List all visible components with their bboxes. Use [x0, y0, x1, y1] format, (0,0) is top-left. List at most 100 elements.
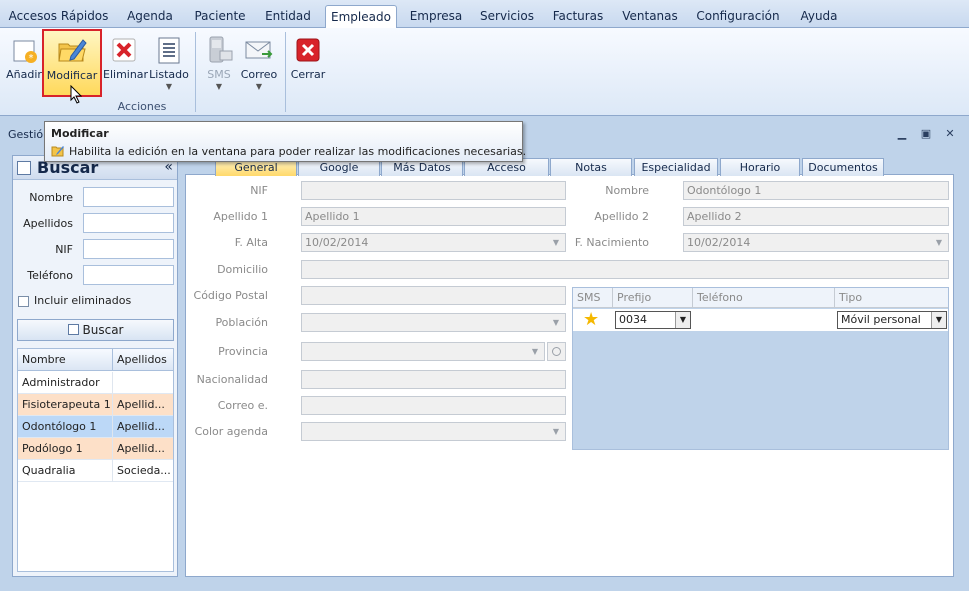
close-icon: [296, 38, 320, 62]
list-button[interactable]: Listado ▼: [148, 32, 190, 94]
email-label: Correo e.: [217, 399, 268, 412]
row-name-cell: Quadralia: [18, 460, 113, 482]
chevron-down-icon[interactable]: ▼: [553, 234, 559, 251]
include-deleted-checkbox[interactable]: [18, 296, 29, 307]
address-label: Domicilio: [217, 263, 268, 276]
surnames-label: Apellidos: [23, 217, 73, 230]
chevron-down-icon[interactable]: ▼: [553, 314, 559, 331]
table-row[interactable]: Fisioterapeuta 1 Apellid...: [18, 394, 173, 416]
name-field[interactable]: Odontólogo 1: [683, 181, 949, 200]
column-header-sms[interactable]: SMS: [573, 288, 613, 308]
add-button[interactable]: * Añadir: [4, 32, 44, 94]
delete-button[interactable]: Eliminar: [103, 32, 148, 94]
menu-tab-empresa[interactable]: Empresa: [402, 5, 470, 28]
table-row[interactable]: Administrador: [18, 372, 173, 394]
nationality-field[interactable]: [301, 370, 566, 389]
search-panel: Buscar « Nombre Apellidos NIF Teléfono I…: [12, 155, 178, 577]
search-button[interactable]: Buscar: [17, 319, 174, 341]
menu-tab-entidad[interactable]: Entidad: [256, 5, 320, 28]
tab-horario[interactable]: Horario: [720, 158, 800, 176]
close-button[interactable]: Cerrar: [289, 32, 327, 94]
address-field[interactable]: [301, 260, 949, 279]
table-row[interactable]: Odontólogo 1 Apellid...: [18, 416, 173, 438]
tab-documentos[interactable]: Documentos: [802, 158, 884, 176]
name-input[interactable]: [83, 187, 174, 207]
folder-edit-icon: [58, 39, 87, 62]
menu-tab-servicios[interactable]: Servicios: [473, 5, 541, 28]
list-dropdown-arrow-icon: ▼: [165, 82, 173, 91]
email-field[interactable]: [301, 396, 566, 415]
menu-tab-ventanas[interactable]: Ventanas: [615, 5, 685, 28]
column-header-surnames[interactable]: Apellidos: [113, 349, 173, 371]
menu-tab-ayuda[interactable]: Ayuda: [790, 5, 848, 28]
restore-icon[interactable]: ▣: [918, 127, 934, 141]
mail-dropdown-arrow-icon: ▼: [255, 82, 263, 91]
hire-date-value: 10/02/2014: [305, 236, 369, 249]
chevron-down-icon[interactable]: ▼: [936, 234, 942, 251]
tooltip: Modificar Habilita la edición en la vent…: [44, 121, 527, 162]
minimize-icon[interactable]: ▁: [894, 127, 910, 141]
nif-input[interactable]: [83, 239, 174, 259]
nif-field-label: NIF: [250, 184, 268, 197]
tab-especialidad[interactable]: Especialidad: [634, 158, 718, 176]
menu-tab-accesos-rapidos[interactable]: Accesos Rápidos: [4, 5, 113, 28]
column-header-phone[interactable]: Teléfono: [693, 288, 835, 308]
column-header-type[interactable]: Tipo: [835, 288, 948, 308]
column-header-prefix[interactable]: Prefijo: [613, 288, 693, 308]
nif-label: NIF: [55, 243, 73, 256]
star-icon[interactable]: ★: [583, 310, 599, 330]
sms-button[interactable]: SMS ▼: [200, 32, 238, 94]
phone-label: Teléfono: [27, 269, 73, 282]
surnames-input[interactable]: [83, 213, 174, 233]
phone-row: ★ 0034 ▼ Móvil personal ▼: [573, 309, 948, 331]
ribbon-separator: [285, 32, 286, 112]
list-icon: [158, 37, 180, 64]
postal-code-field[interactable]: [301, 286, 566, 305]
mail-button[interactable]: Correo ▼: [239, 32, 279, 94]
menu-tab-configuracion[interactable]: Configuración: [690, 5, 786, 28]
row-name-cell: Fisioterapeuta 1: [18, 394, 113, 416]
table-row[interactable]: Quadralia Socieda...: [18, 460, 173, 482]
mail-label: Correo: [240, 68, 278, 81]
edit-label: Modificar: [46, 69, 98, 82]
menu-bar: Accesos Rápidos Agenda Paciente Entidad …: [0, 0, 969, 28]
search-button-label: Buscar: [82, 323, 124, 337]
province-search-icon[interactable]: [547, 342, 566, 361]
hire-date-picker[interactable]: 10/02/2014 ▼: [301, 233, 566, 252]
birth-date-picker[interactable]: 10/02/2014 ▼: [683, 233, 949, 252]
chevron-down-icon[interactable]: ▼: [675, 312, 690, 328]
phone-type-select[interactable]: Móvil personal ▼: [837, 311, 947, 329]
phone-input[interactable]: [83, 265, 174, 285]
agenda-color-select[interactable]: ▼: [301, 422, 566, 441]
prefix-select[interactable]: 0034 ▼: [615, 311, 691, 329]
menu-tab-paciente[interactable]: Paciente: [186, 5, 254, 28]
column-header-name[interactable]: Nombre: [18, 349, 113, 371]
surname2-field-label: Apellido 2: [594, 210, 649, 223]
surname2-field[interactable]: Apellido 2: [683, 207, 949, 226]
menu-tab-empleado[interactable]: Empleado: [325, 5, 397, 28]
add-label: Añadir: [6, 68, 42, 81]
tooltip-description: Habilita la edición en la ventana para p…: [69, 145, 527, 158]
close-label: Cerrar: [290, 68, 326, 81]
row-name-cell: Administrador: [18, 372, 113, 394]
menu-tab-facturas[interactable]: Facturas: [544, 5, 612, 28]
search-icon: [17, 161, 31, 175]
surname1-field[interactable]: Apellido 1: [301, 207, 566, 226]
chevron-down-icon[interactable]: ▼: [931, 312, 946, 328]
tab-notas[interactable]: Notas: [550, 158, 632, 176]
sms-dropdown-arrow-icon: ▼: [215, 82, 223, 91]
row-surname-cell: Apellid...: [117, 442, 165, 455]
town-select[interactable]: ▼: [301, 313, 566, 332]
table-row[interactable]: Podólogo 1 Apellid...: [18, 438, 173, 460]
ribbon-group-label: Acciones: [117, 100, 167, 113]
menu-tab-agenda[interactable]: Agenda: [116, 5, 184, 28]
chevron-down-icon[interactable]: ▼: [553, 423, 559, 440]
window-close-icon[interactable]: ✕: [942, 127, 958, 141]
ribbon-separator: [195, 32, 196, 112]
chevron-down-icon[interactable]: ▼: [532, 343, 538, 360]
nif-field[interactable]: [301, 181, 566, 200]
province-select[interactable]: ▼: [301, 342, 545, 361]
birth-date-value: 10/02/2014: [687, 236, 751, 249]
row-surname-cell: Socieda...: [117, 464, 171, 477]
phone-number-input[interactable]: [694, 310, 834, 330]
